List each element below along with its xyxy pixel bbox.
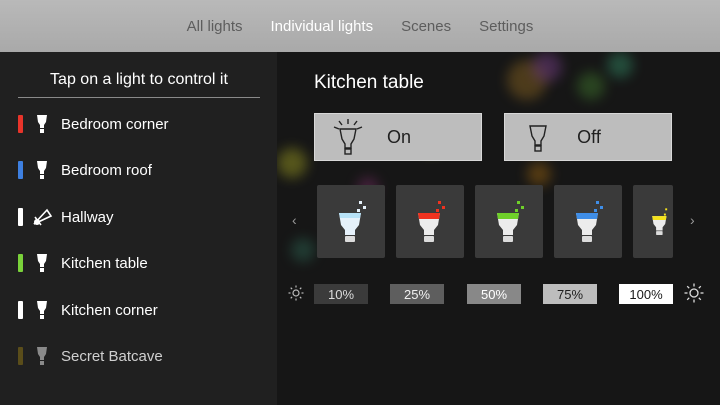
on-button-label: On: [386, 126, 411, 147]
light-item-bedroom-roof[interactable]: Bedroom roof: [18, 150, 260, 190]
light-color-swatch: [18, 347, 23, 365]
off-button-label: Off: [577, 126, 601, 147]
tab-individual-lights[interactable]: Individual lights: [271, 14, 374, 39]
preset-next-arrow[interactable]: ›: [690, 212, 695, 228]
light-color-swatch: [18, 254, 23, 272]
tab-settings[interactable]: Settings: [479, 14, 533, 39]
color-preset-yellow[interactable]: [633, 185, 673, 258]
selected-light-title: Kitchen table: [314, 72, 424, 93]
bokeh-light: [577, 72, 605, 100]
brightness-75[interactable]: 75%: [543, 284, 597, 304]
light-item-label: Bedroom corner: [61, 115, 169, 133]
bulb-icon: [31, 113, 53, 135]
bulb-white-icon: [339, 200, 366, 242]
light-item-hallway[interactable]: Hallway: [18, 197, 260, 237]
brightness-high-icon: [684, 283, 704, 308]
bokeh-light: [527, 162, 551, 186]
preset-prev-arrow[interactable]: ‹: [292, 212, 297, 228]
sidebar-title: Tap on a light to control it: [50, 71, 228, 88]
bulb-yellow-icon: [652, 207, 668, 235]
light-color-swatch: [18, 208, 23, 226]
brightness-10[interactable]: 10%: [314, 284, 368, 304]
bulb-icon: [31, 345, 53, 367]
light-item-label: Kitchen corner: [61, 301, 158, 319]
light-color-swatch: [18, 115, 23, 133]
on-button[interactable]: On: [314, 113, 482, 161]
bulb-icon: [31, 159, 53, 181]
light-item-label: Kitchen table: [61, 254, 148, 272]
light-item-kitchen-table[interactable]: Kitchen table: [18, 243, 260, 283]
light-color-swatch: [18, 161, 23, 179]
light-item-secret-batcave[interactable]: Secret Batcave: [18, 336, 260, 376]
top-navigation: All lights Individual lights Scenes Sett…: [0, 0, 720, 52]
color-preset-white[interactable]: [317, 185, 385, 258]
brightness-25[interactable]: 25%: [390, 284, 444, 304]
color-preset-green[interactable]: [475, 185, 543, 258]
color-preset-blue[interactable]: [554, 185, 622, 258]
brightness-low-icon: [288, 285, 304, 306]
sidebar-divider: [18, 97, 260, 98]
light-color-swatch: [18, 301, 23, 319]
light-item-kitchen-corner[interactable]: Kitchen corner: [18, 290, 260, 330]
bulb-red-icon: [418, 200, 445, 242]
bulb-blue-icon: [576, 200, 603, 242]
light-item-label: Hallway: [61, 208, 114, 226]
off-button[interactable]: Off: [504, 113, 672, 161]
bulb-icon: [31, 299, 53, 321]
bokeh-light: [291, 238, 315, 262]
tab-all-lights[interactable]: All lights: [187, 14, 243, 39]
bulb-icon: [31, 252, 53, 274]
bokeh-light: [532, 52, 562, 82]
spotlight-icon: [31, 206, 53, 228]
bokeh-light: [277, 148, 307, 178]
tab-scenes[interactable]: Scenes: [401, 14, 451, 39]
brightness-100[interactable]: 100%: [619, 284, 673, 304]
light-list-sidebar: Tap on a light to control it Bedroom cor…: [0, 52, 277, 405]
bokeh-light: [607, 52, 633, 78]
color-preset-red[interactable]: [396, 185, 464, 258]
light-control-panel: Kitchen table On Off ‹ › 10% 25% 50% 75%…: [277, 52, 720, 405]
light-item-bedroom-corner[interactable]: Bedroom corner: [18, 104, 260, 144]
light-item-label: Secret Batcave: [61, 347, 163, 365]
brightness-50[interactable]: 50%: [467, 284, 521, 304]
light-item-label: Bedroom roof: [61, 161, 152, 179]
bulb-green-icon: [497, 200, 524, 242]
